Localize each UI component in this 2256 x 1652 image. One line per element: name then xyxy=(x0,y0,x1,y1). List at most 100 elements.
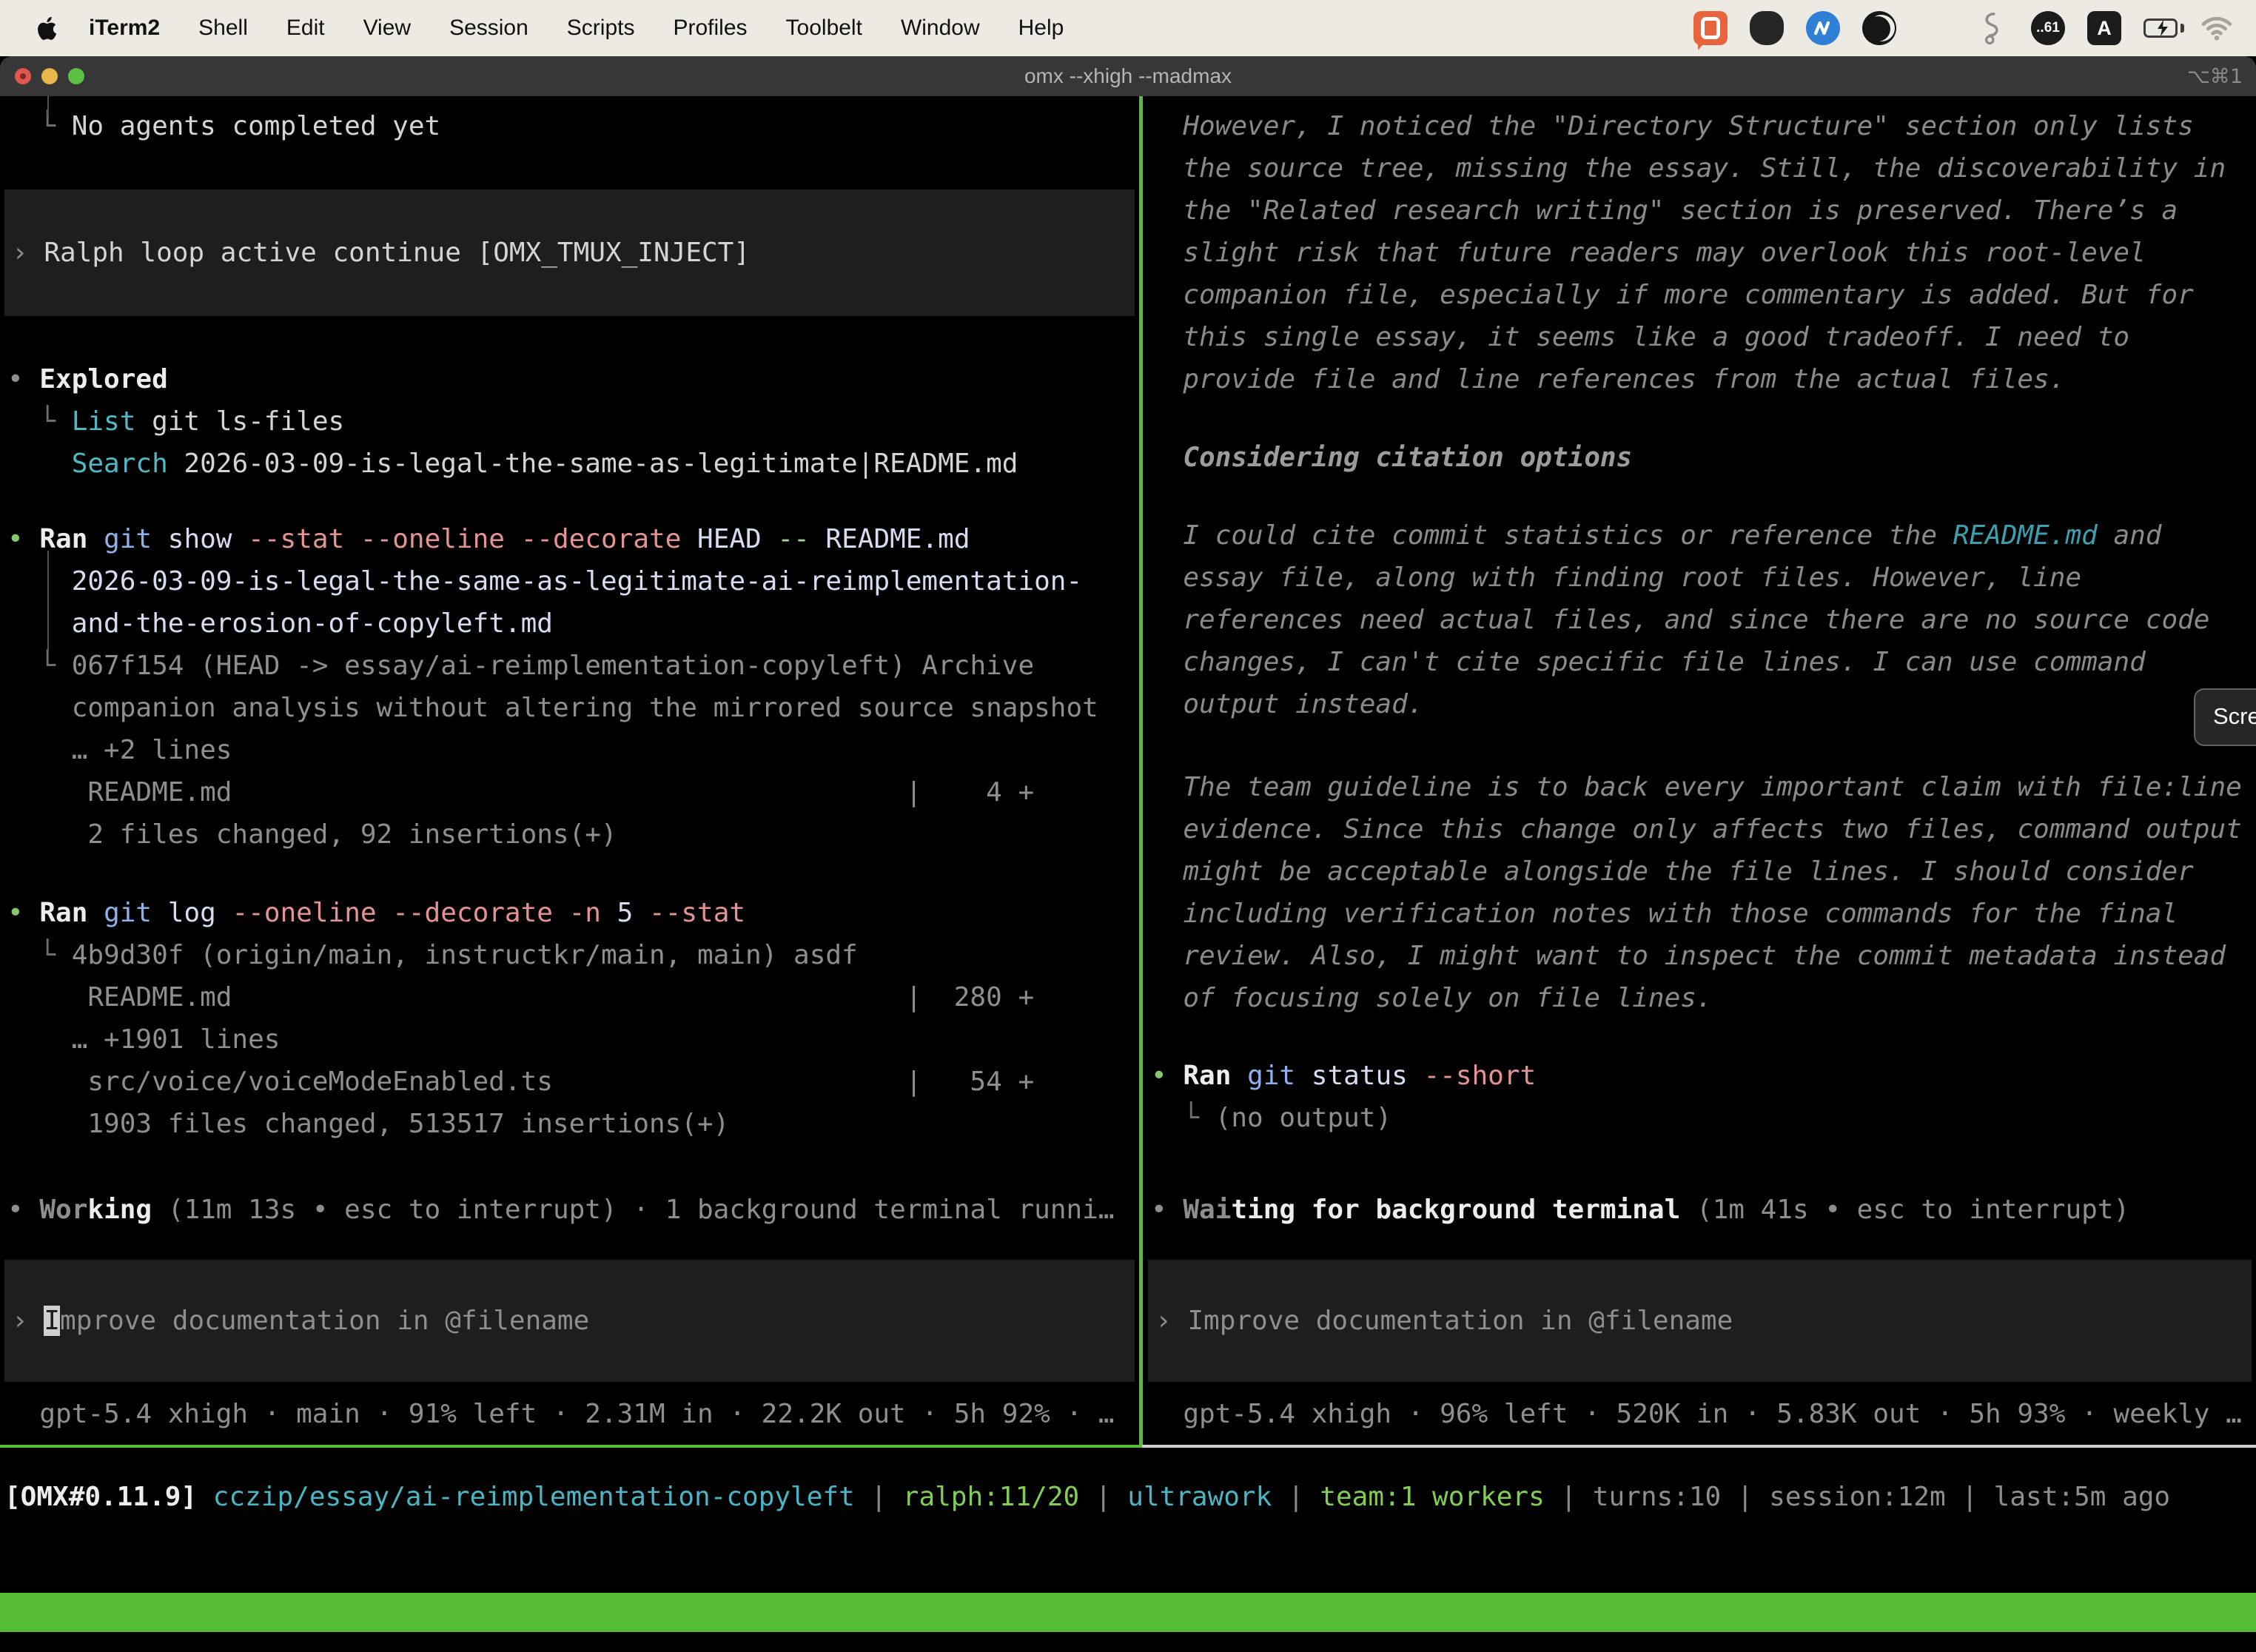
thinking-heading: Considering citation options xyxy=(1144,437,2256,479)
wifi-icon[interactable] xyxy=(2200,11,2234,45)
terminal-line: I could cite commit statistics or refere… xyxy=(1144,514,2256,557)
text-segment: mprove documentation in @filename xyxy=(60,1306,589,1336)
menu-item-help[interactable]: Help xyxy=(1018,16,1064,41)
menu-bar: iTerm2 Shell Edit View Session Scripts Profile… xyxy=(0,0,2256,56)
prompt-input[interactable]: › Improve documentation in @filename xyxy=(4,1260,1135,1382)
text-segment: git ls-files xyxy=(135,406,344,437)
text-segment: provide file and line references from th… xyxy=(1151,364,2065,394)
menu-item-session[interactable]: Session xyxy=(449,16,528,41)
text-segment: (no output) xyxy=(1215,1103,1391,1133)
text-segment: --short xyxy=(1408,1061,1536,1091)
git-log-section: • Ran git log --oneline --decorate -n 5 … xyxy=(0,892,1139,1145)
text-segment: evidence. Since this change only affects… xyxy=(1151,814,2242,845)
text-segment: Explored xyxy=(39,364,167,394)
text-segment: └ xyxy=(1151,1103,1215,1133)
text-segment: and xyxy=(2098,520,2162,551)
terminal-line: • Ran git log --oneline --decorate -n 5 … xyxy=(0,892,1139,934)
text-segment: essay file, along with finding root file… xyxy=(1151,563,2081,593)
menu-item-edit[interactable]: Edit xyxy=(286,16,325,41)
window-titlebar[interactable]: omx --xhigh --madmax ⌥⌘1 xyxy=(0,56,2256,96)
apple-menu-icon[interactable] xyxy=(33,13,62,43)
dark-pie-icon[interactable] xyxy=(1862,11,1896,45)
menu-item-scripts[interactable]: Scripts xyxy=(567,16,635,41)
window-shortcut-badge: ⌥⌘1 xyxy=(2187,65,2243,88)
text-segment: --stat --oneline --decorate xyxy=(232,524,681,554)
text-segment: including verification notes with those … xyxy=(1151,899,2178,929)
shield-grid-icon[interactable] xyxy=(1750,11,1784,45)
terminal-line: › Improve documentation in @filename xyxy=(4,1300,1135,1342)
terminal-line: └ List git ls-files xyxy=(0,400,1139,443)
screen-overlay-label: Scre xyxy=(2213,703,2256,729)
pane-divider[interactable] xyxy=(1139,96,1143,1447)
text-segment: git xyxy=(1231,1061,1295,1091)
terminal-line: … +2 lines xyxy=(0,729,1139,771)
text-segment: • xyxy=(7,364,39,394)
text-segment xyxy=(7,449,72,479)
text-segment: README.md xyxy=(810,524,970,554)
menu-item-shell[interactable]: Shell xyxy=(198,16,248,41)
screen-overlay-button[interactable]: Scre xyxy=(2194,688,2256,746)
text-segment: Search xyxy=(72,449,168,479)
menu-item-window[interactable]: Window xyxy=(901,16,980,41)
text-segment: cczip/essay/ai-reimplementation-copyleft xyxy=(213,1482,855,1512)
text-segment: changes, I can't cite specific file line… xyxy=(1151,647,2146,677)
text-segment: However, I noticed the "Directory Struct… xyxy=(1151,111,2194,141)
text-segment: of focusing solely on file lines. xyxy=(1151,983,1713,1013)
terminal-line: output instead. xyxy=(1144,683,2256,725)
omx-status-bar: [OMX#0.11.9] cczip/essay/ai-reimplementa… xyxy=(0,1476,2256,1518)
thinking-paragraph-2: I could cite commit statistics or refere… xyxy=(1144,514,2256,725)
text-segment: gpt-5.4 xhigh · main · 91% left · 2.31M … xyxy=(7,1399,1115,1429)
menu-item-iterm2[interactable]: iTerm2 xyxy=(89,16,160,41)
terminal-line: README.md | 4 + xyxy=(0,771,1139,813)
terminal-line: slight risk that future readers may over… xyxy=(1144,232,2256,274)
iterm-window: omx --xhigh --madmax ⌥⌘1 [OMX#0.11.9] cc… xyxy=(0,56,2256,1652)
explored-section: • Explored └ List git ls-files Search 20… xyxy=(0,358,1139,485)
agents-status: └ No agents completed yet xyxy=(0,105,1139,147)
text-segment: • xyxy=(1151,1195,1183,1225)
terminal-line: However, I noticed the "Directory Struct… xyxy=(1144,105,2256,147)
prompt-input[interactable]: › Improve documentation in @filename xyxy=(1148,1260,2252,1382)
circle-badge-61[interactable]: ..61 xyxy=(2031,11,2065,45)
text-segment: gpt-5.4 xhigh · 96% left · 520K in · 5.8… xyxy=(1151,1399,2242,1429)
terminal-area[interactable]: [OMX#0.11.9] cczip/essay/ai-reimplementa… xyxy=(0,96,2256,1652)
terminal-line: essay file, along with finding root file… xyxy=(1144,557,2256,599)
terminal-line: the source tree, missing the essay. Stil… xyxy=(1144,147,2256,189)
text-segment: • xyxy=(7,524,39,554)
text-segment: (11m 13s • esc to interrupt) · 1 backgro… xyxy=(152,1195,1114,1225)
keyboard-a-icon[interactable]: A xyxy=(2087,11,2121,45)
terminal-line: • Ran git status --short xyxy=(1144,1055,2256,1097)
status-icons: ..61 A xyxy=(1693,11,2234,45)
terminal-line: including verification notes with those … xyxy=(1144,893,2256,935)
text-segment: README.md | 4 + xyxy=(7,777,1034,807)
dots-grid-icon[interactable] xyxy=(1918,11,1953,45)
tree-connector xyxy=(47,551,49,650)
terminal-line: └ 067f154 (HEAD -> essay/ai-reimplementa… xyxy=(0,645,1139,687)
text-segment: ralph:11/20 xyxy=(903,1482,1079,1512)
text-segment: last:5m ago xyxy=(1994,1482,2170,1512)
text-segment: Ran xyxy=(1183,1061,1231,1091)
terminal-line: 2026-03-09-is-legal-the-same-as-legitima… xyxy=(0,560,1139,602)
text-segment: -- xyxy=(762,524,810,554)
text-segment: Ran xyxy=(39,898,87,928)
blue-bolt-icon[interactable] xyxy=(1806,11,1840,45)
text-segment: 4b9d30f (origin/main, instructkr/main, m… xyxy=(72,940,858,970)
squiggle-icon[interactable] xyxy=(1975,11,2009,45)
terminal-line: gpt-5.4 xhigh · main · 91% left · 2.31M … xyxy=(0,1393,1139,1435)
menu-item-view[interactable]: View xyxy=(363,16,411,41)
text-segment: git xyxy=(87,524,152,554)
text-segment: --oneline --decorate -n xyxy=(216,898,601,928)
menu-item-toolbelt[interactable]: Toolbelt xyxy=(786,16,862,41)
text-segment: 2026-03-09-is-legal-the-same-as-legitima… xyxy=(7,566,1082,597)
text-segment: review. Also, I might want to inspect th… xyxy=(1151,941,2226,971)
terminal-line: The team guideline is to back every impo… xyxy=(1144,766,2256,808)
menu-item-profiles[interactable]: Profiles xyxy=(673,16,747,41)
orange-app-icon[interactable] xyxy=(1693,11,1728,45)
text-segment: --stat xyxy=(633,898,745,928)
text-segment: | xyxy=(1272,1482,1320,1512)
battery-icon[interactable] xyxy=(2143,11,2178,45)
text-segment: [OMX#0.11.9] xyxy=(4,1482,197,1512)
text-segment: The team guideline is to back every impo… xyxy=(1151,772,2242,802)
text-segment: └ xyxy=(7,406,72,437)
text-segment: └ xyxy=(7,940,72,970)
git-status-section: • Ran git status --short └ (no output) xyxy=(1144,1055,2256,1139)
